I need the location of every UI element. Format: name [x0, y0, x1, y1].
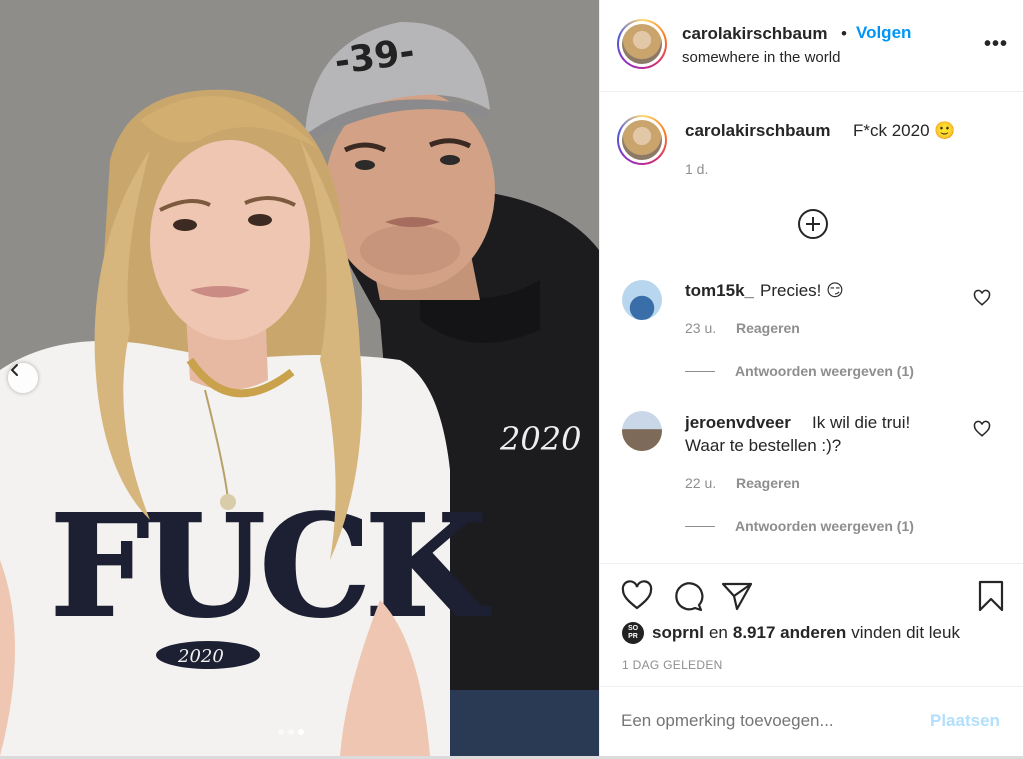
share-paper-plane-icon[interactable]: [720, 579, 754, 613]
save-bookmark-icon[interactable]: [974, 579, 1008, 613]
post-date[interactable]: 1 DAG GELEDEN: [622, 658, 723, 672]
comment-text: Precies! 😏: [760, 281, 844, 300]
caption-text: F*ck 2020 🙂: [853, 121, 956, 140]
comment-input[interactable]: [621, 711, 901, 731]
carousel-prev-button[interactable]: [8, 363, 38, 393]
heart-icon[interactable]: [973, 420, 991, 438]
comment-text-line-1: Ik wil die trui!: [812, 413, 911, 432]
svg-text:FUCK: FUCK: [50, 485, 491, 649]
comment-timestamp[interactable]: 22 u.: [685, 475, 716, 491]
likes-count-link[interactable]: 8.917 anderen: [733, 623, 846, 643]
caption-timestamp[interactable]: 1 d.: [685, 161, 708, 177]
liker-avatar-text-top: SO: [627, 625, 639, 632]
like-heart-icon[interactable]: [620, 579, 654, 613]
reply-button[interactable]: Reageren: [736, 320, 800, 336]
follow-button[interactable]: Volgen: [856, 23, 911, 43]
likes-suffix: vinden dit leuk: [851, 623, 960, 642]
post-photo[interactable]: 2020 -39- FUCK 2020: [0, 0, 599, 756]
comment-bubble-icon[interactable]: [670, 579, 704, 613]
likes-summary: SO PR soprnl en 8.917 anderen vinden dit…: [622, 622, 960, 644]
post-location[interactable]: somewhere in the world: [682, 49, 840, 66]
carousel-dot-active: [298, 729, 304, 735]
view-replies-button[interactable]: Antwoorden weergeven (1): [685, 518, 914, 534]
comment-username[interactable]: tom15k_: [685, 281, 754, 301]
caption-author-avatar[interactable]: [617, 115, 667, 165]
likes-connector: en: [708, 623, 728, 642]
separator-dot: •: [841, 24, 847, 43]
comment-text-line-2: Waar te bestellen :)?: [685, 436, 842, 455]
heart-icon[interactable]: [973, 289, 991, 307]
comment-timestamp[interactable]: 23 u.: [685, 320, 716, 336]
comment-avatar[interactable]: [622, 280, 662, 320]
carousel-dot: [278, 729, 284, 735]
reply-button[interactable]: Reageren: [736, 475, 800, 491]
carousel-indicator: [278, 729, 304, 735]
liker-avatar-text-bottom: PR: [628, 633, 638, 640]
view-replies-label: Antwoorden weergeven (1): [735, 518, 914, 534]
comment-avatar[interactable]: [622, 411, 662, 451]
chevron-left-icon: [10, 364, 18, 376]
view-replies-label: Antwoorden weergeven (1): [735, 363, 914, 379]
caption-username[interactable]: carolakirschbaum: [685, 121, 831, 141]
author-username[interactable]: carolakirschbaum: [682, 24, 828, 44]
view-replies-button[interactable]: Antwoorden weergeven (1): [685, 363, 914, 379]
comment-username[interactable]: jeroenvdveer: [685, 413, 791, 433]
add-comment-bar: Plaatsen: [600, 686, 1023, 756]
author-avatar[interactable]: [617, 19, 667, 69]
photo-illustration: 2020 -39- FUCK 2020: [0, 0, 599, 756]
liker-avatar[interactable]: SO PR: [622, 622, 644, 644]
post-side-panel: carolakirschbaum • Volgen somewhere in t…: [599, 0, 1024, 756]
svg-text:2020: 2020: [177, 646, 224, 667]
more-options-icon[interactable]: •••: [984, 34, 1008, 54]
svg-text:2020: 2020: [499, 420, 581, 458]
post-comment-button[interactable]: Plaatsen: [930, 711, 1000, 731]
carousel-dot: [288, 729, 294, 735]
post-header: carolakirschbaum • Volgen somewhere in t…: [600, 0, 1023, 92]
post-actions: SO PR soprnl en 8.917 anderen vinden dit…: [600, 563, 1023, 683]
liker-username[interactable]: soprnl: [652, 623, 704, 643]
load-more-comments-icon[interactable]: [797, 208, 829, 240]
